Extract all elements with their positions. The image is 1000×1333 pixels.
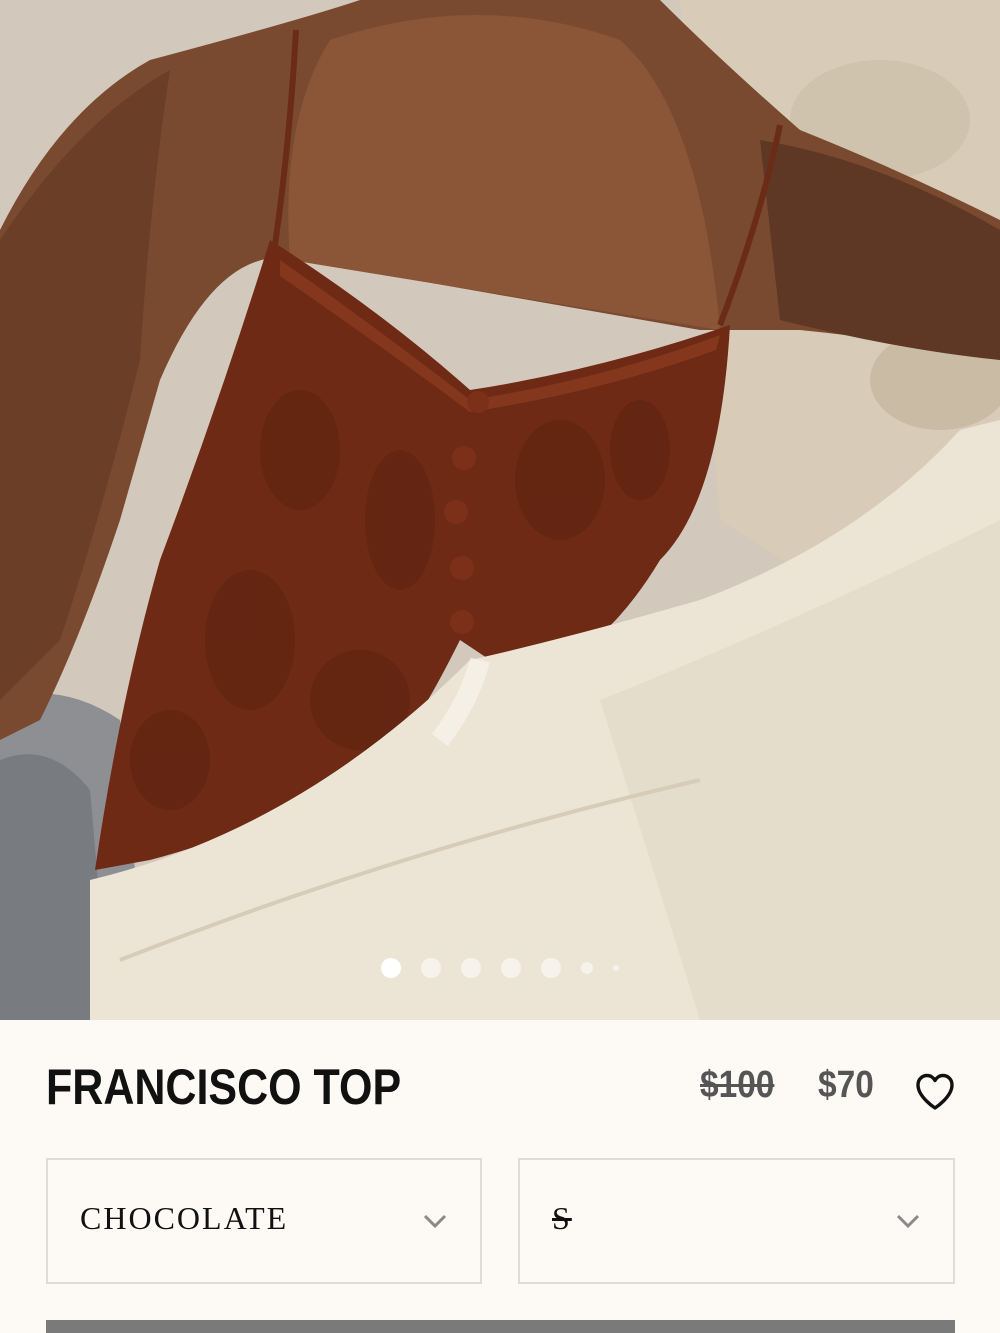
gallery-dot[interactable]	[501, 958, 521, 978]
size-select[interactable]: S	[518, 1158, 955, 1284]
product-photo	[0, 0, 1000, 1020]
gallery-dot[interactable]	[613, 965, 619, 971]
gallery-dot[interactable]	[581, 962, 593, 974]
product-image-gallery[interactable]	[0, 0, 1000, 1020]
gallery-dot[interactable]	[381, 958, 401, 978]
heart-icon[interactable]	[914, 1072, 956, 1112]
gallery-dot[interactable]	[461, 958, 481, 978]
product-title: FRANCISCO TOP	[46, 1059, 402, 1115]
color-select[interactable]: CHOCOLATE	[46, 1158, 482, 1284]
gallery-pagination[interactable]	[0, 958, 1000, 978]
size-select-value: S	[552, 1200, 572, 1236]
product-info: FRANCISCO TOP $100 $70 CHOCOLATE S	[0, 1020, 1000, 1333]
gallery-dot[interactable]	[421, 958, 441, 978]
add-to-cart-button[interactable]	[46, 1320, 955, 1333]
chevron-down-icon	[423, 1214, 447, 1229]
gallery-dot[interactable]	[541, 958, 561, 978]
chevron-down-icon	[896, 1214, 920, 1229]
sale-price: $70	[818, 1064, 874, 1106]
color-select-value: CHOCOLATE	[80, 1200, 289, 1236]
original-price: $100	[700, 1064, 775, 1106]
